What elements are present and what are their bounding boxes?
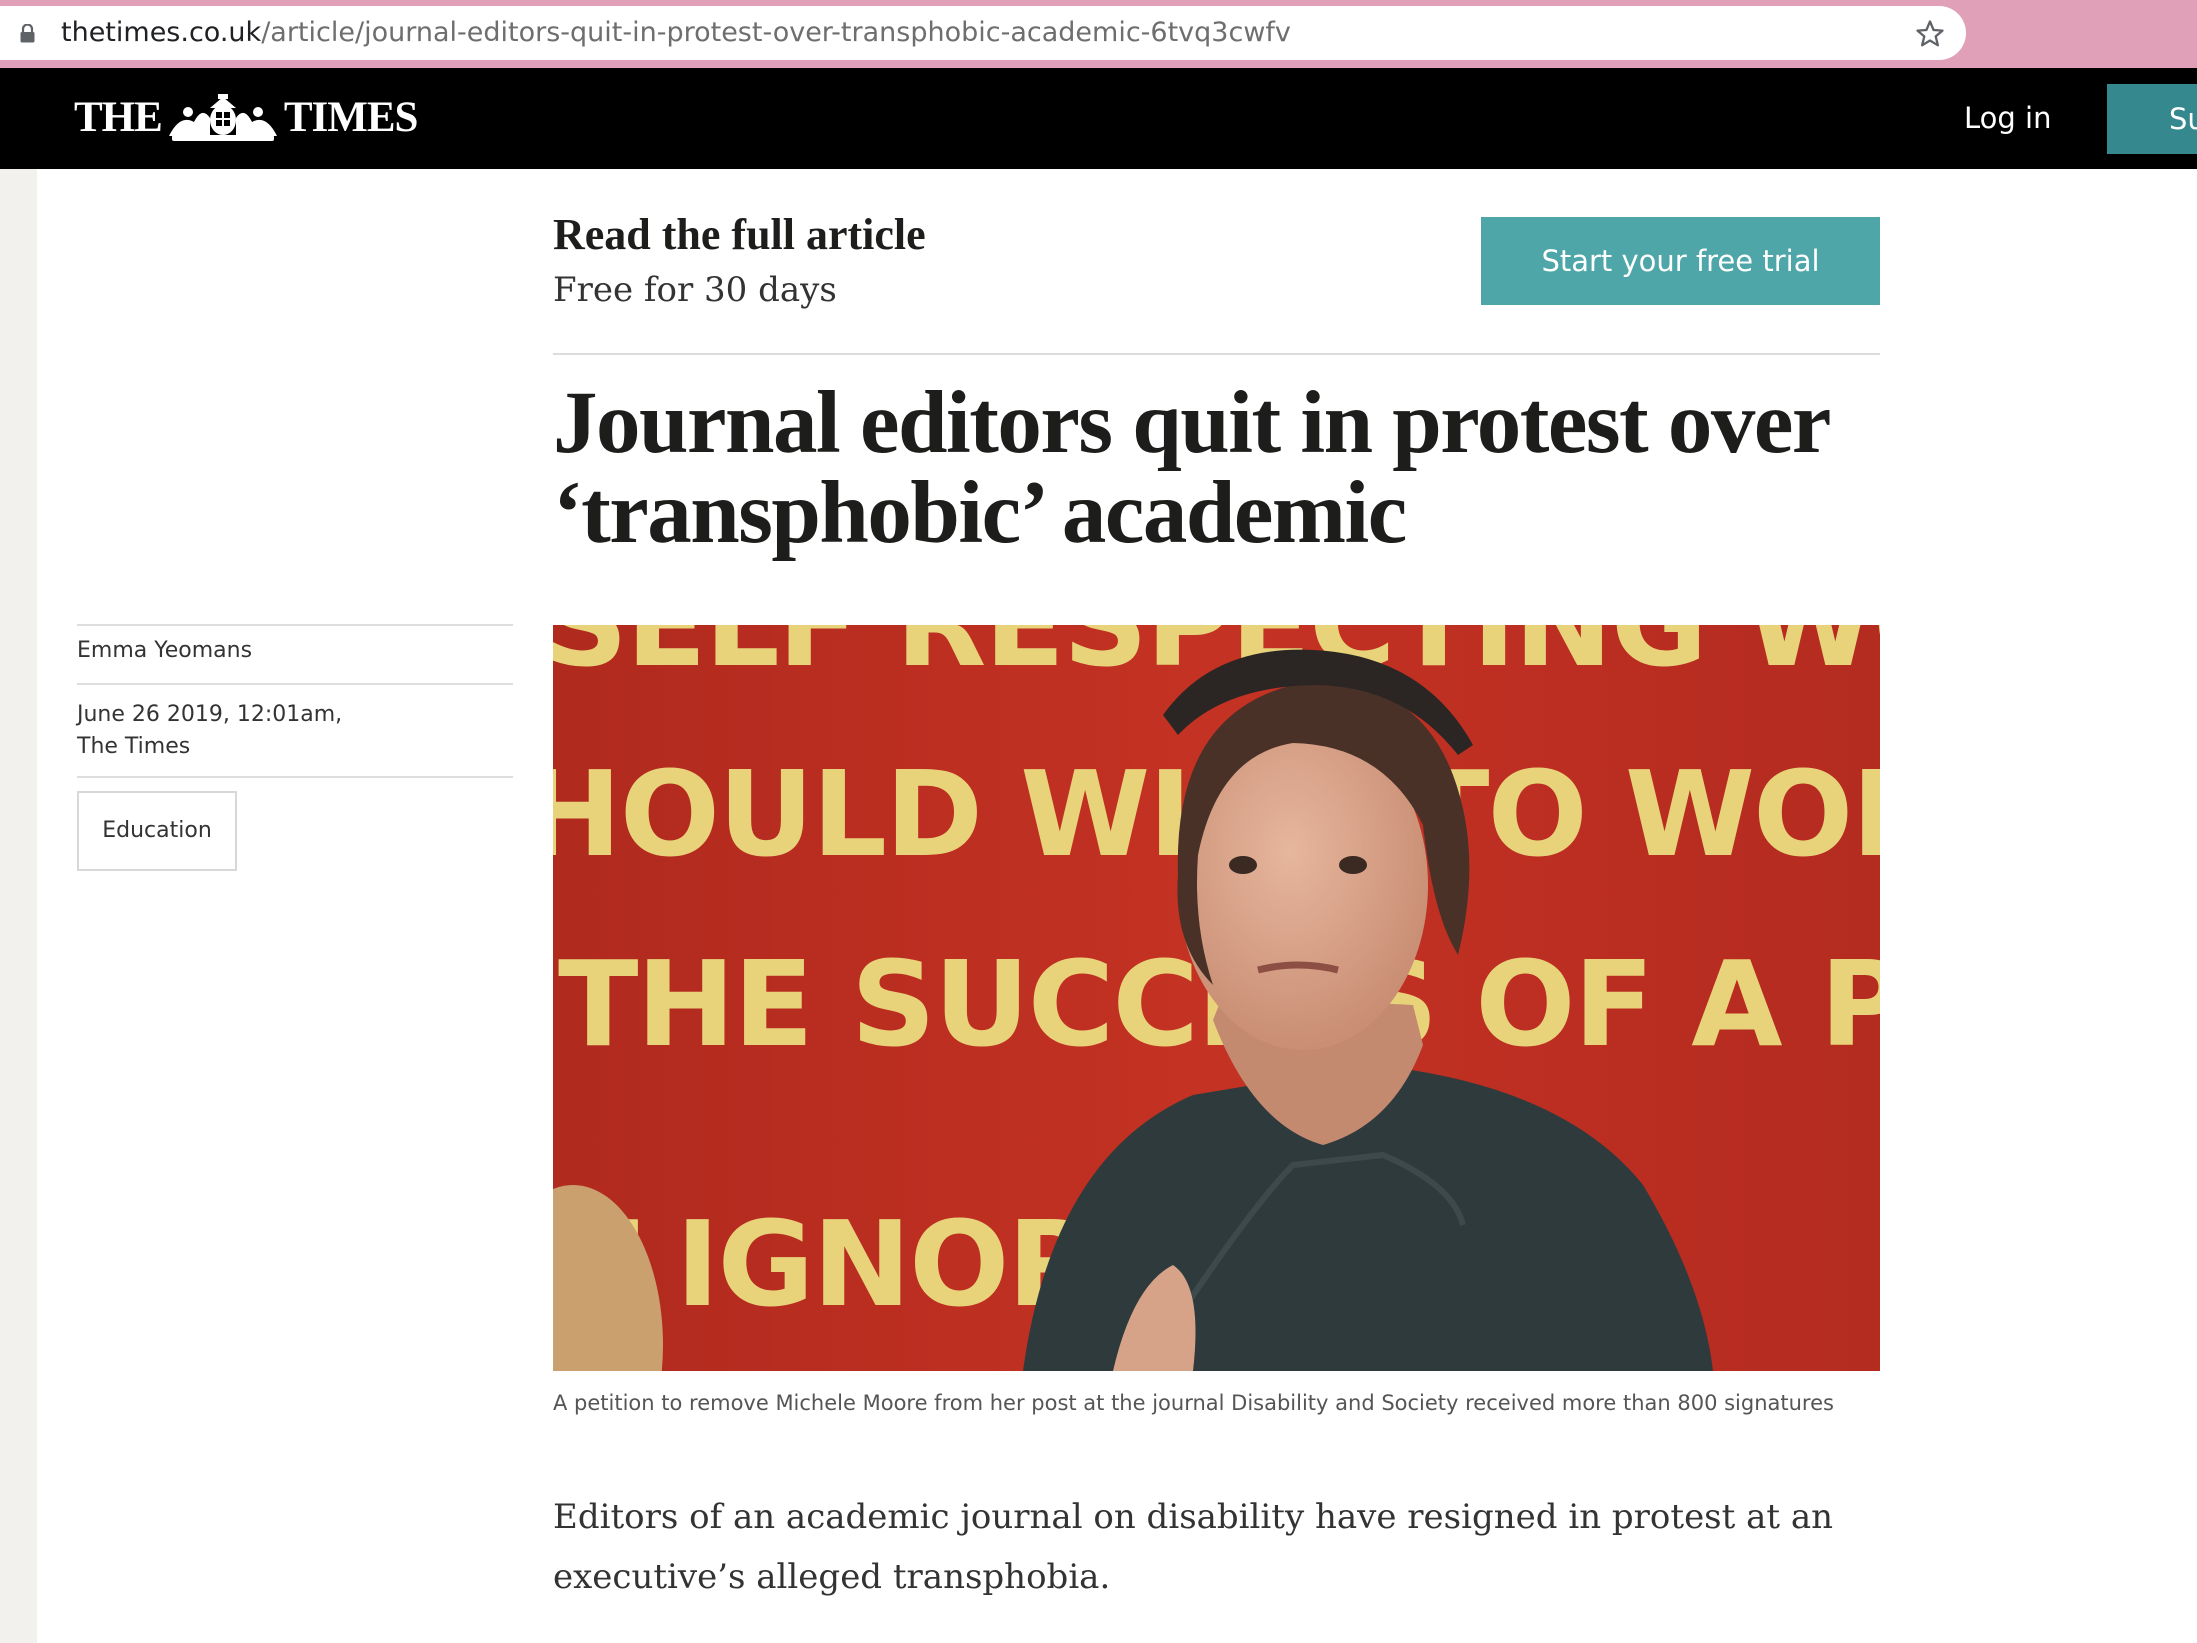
photo-caption: A petition to remove Michele Moore from … <box>553 1391 1834 1415</box>
times-logo[interactable]: THE TIMES <box>74 92 419 144</box>
meta-divider <box>77 624 513 626</box>
address-bar[interactable]: thetimes.co.uk/article/journal-editors-q… <box>0 6 1966 60</box>
address-url[interactable]: thetimes.co.uk/article/journal-editors-q… <box>61 17 1291 49</box>
article-intro: Editors of an academic journal on disabi… <box>553 1497 1834 1597</box>
royal-crest-icon <box>168 94 277 141</box>
publish-info: June 26 2019, 12:01am, The Times <box>77 699 342 763</box>
url-host: thetimes.co.uk <box>61 17 262 48</box>
start-free-trial-button[interactable]: Start your free trial <box>1481 217 1880 305</box>
site-header: THE TIMES Log in Su <box>0 68 2197 169</box>
promo-title: Read the full article <box>553 210 926 259</box>
promo-divider <box>553 353 1880 355</box>
meta-divider <box>77 776 513 778</box>
publish-date: June 26 2019, 12:01am, <box>77 702 343 727</box>
login-link[interactable]: Log in <box>1964 100 2051 136</box>
topic-tag-education[interactable]: Education <box>77 791 237 871</box>
promo-subtitle: Free for 30 days <box>553 270 837 310</box>
browser-toolbar: thetimes.co.uk/article/journal-editors-q… <box>0 0 2197 68</box>
author-name[interactable]: Emma Yeomans <box>77 637 252 665</box>
meta-divider <box>77 683 513 685</box>
lock-icon <box>20 24 35 43</box>
logo-word-times: TIMES <box>283 94 419 141</box>
url-path: /article/journal-editors-quit-in-protest… <box>261 17 1291 48</box>
article-photo: SELF RESPECTING WOM HOULD WISH TO WORK T… <box>553 625 1880 1371</box>
subscribe-button[interactable]: Su <box>2107 84 2197 154</box>
publication-name: The Times <box>77 734 191 759</box>
article-headline: Journal editors quit in protest over ‘tr… <box>553 374 1830 562</box>
logo-word-the: THE <box>74 94 163 141</box>
bookmark-star-icon[interactable] <box>1915 19 1945 49</box>
